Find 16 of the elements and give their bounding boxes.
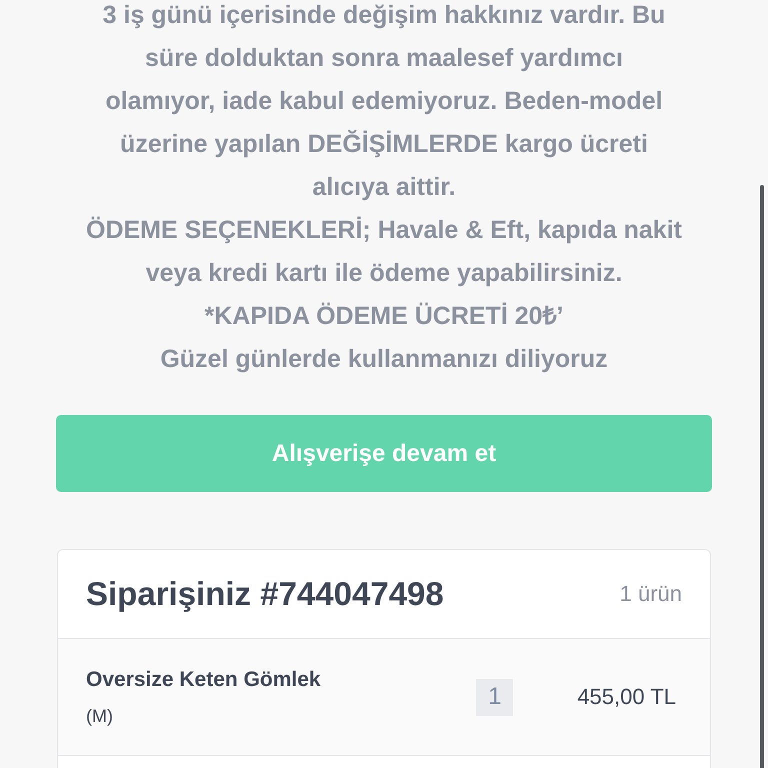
notice-text: *KAPIDA ÖDEME ÜCRETİ 20₺’: [204, 301, 564, 332]
continue-shopping-button[interactable]: Alışverişe devam et: [56, 415, 712, 492]
notice-text: veya kredi kartı ile ödeme yapabilirsiniz.: [146, 258, 622, 289]
notice-text: Güzel günlerde kullanmanızı diliyoruz: [160, 344, 608, 375]
notice-text: üzerine yapılan DEĞİŞİMLERDE kargo ücreti: [120, 128, 648, 160]
product-name: Oversize Keten Gömlek: [86, 668, 322, 692]
product-price: 455,00 TL: [577, 684, 676, 710]
order-title: Siparişiniz #744047498: [86, 575, 444, 613]
product-variant: (M): [86, 706, 114, 726]
quantity-badge: 1: [476, 678, 514, 716]
item-count: 1 ürün: [620, 581, 682, 607]
notice-text: alıcıya aittir.: [312, 172, 456, 203]
notice-text: süre dolduktan sonra maalesef yardımcı: [145, 43, 623, 74]
notice-text: ÖDEME SEÇENEKLERİ; Havale & Eft, kapıda nakit: [86, 215, 682, 246]
notice-text: 3 iş günü içerisinde değişim hakkınız vardır. Bu: [102, 0, 666, 31]
notice-text: olamıyor, iade kabul edemiyoruz. Beden-model: [105, 86, 663, 117]
